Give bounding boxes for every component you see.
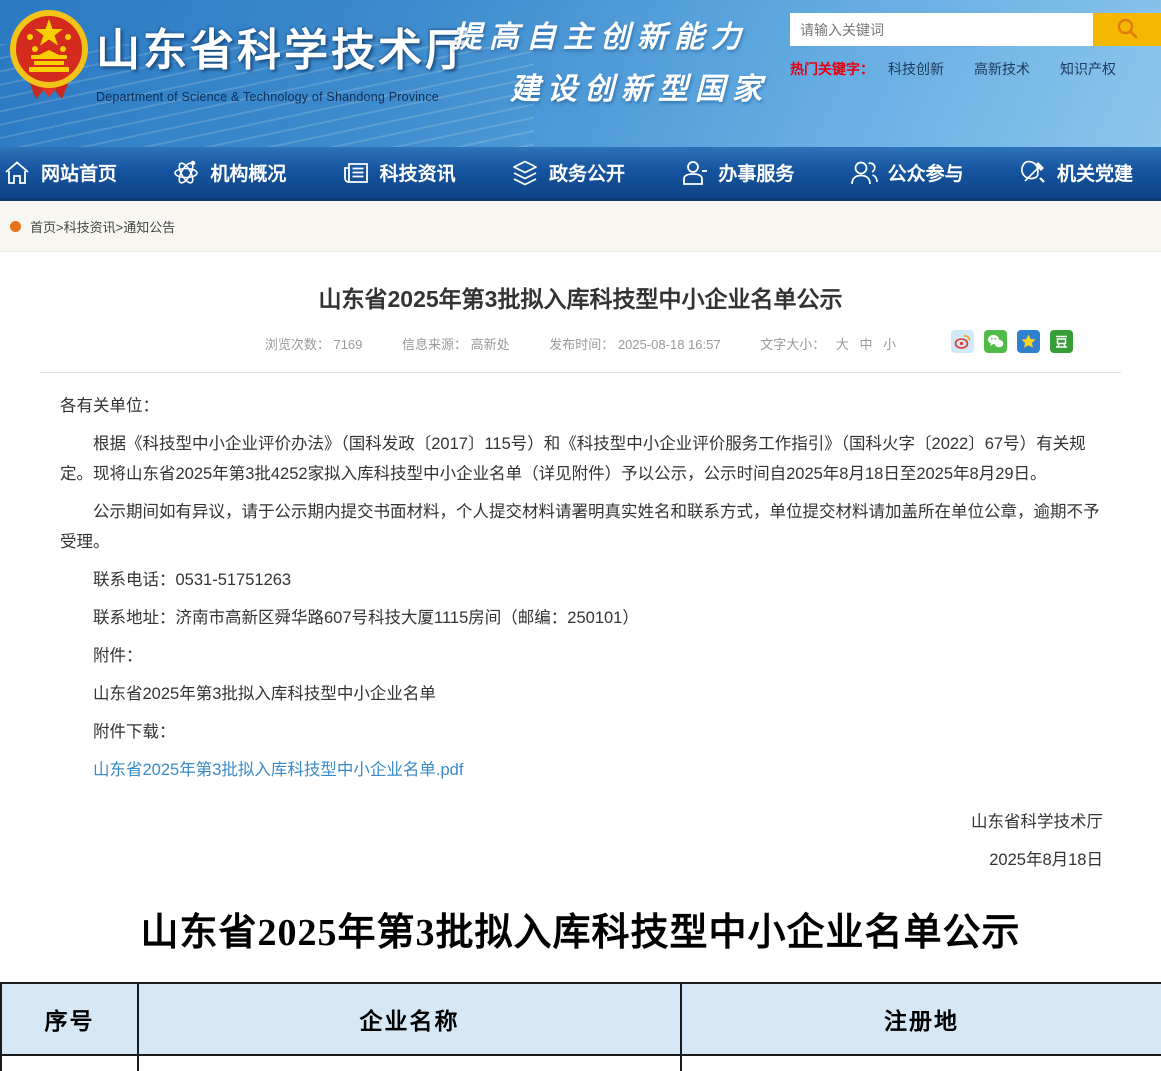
search-button[interactable] <box>1093 13 1161 46</box>
source-label: 信息来源： <box>402 337 467 352</box>
download-label: 附件下载： <box>60 717 1101 747</box>
paragraph-2: 公示期间如有异议，请于公示期内提交书面材料，个人提交材料请署明真实姓名和联系方式… <box>60 497 1101 557</box>
nav-item-label: 机构概况 <box>210 159 286 186</box>
paragraph-1: 根据《科技型中小企业评价办法》（国科发政〔2017〕115号）和《科技型中小企业… <box>60 429 1101 489</box>
breadcrumb: 首页>科技资讯>通知公告 <box>30 217 175 236</box>
home-icon <box>2 158 32 188</box>
people-icon <box>849 158 879 188</box>
hot-keyword-link[interactable]: 高新技术 <box>974 59 1030 79</box>
column-header-no: 序号 <box>1 983 138 1055</box>
breadcrumb-separator: > <box>56 220 64 235</box>
main-nav: 网站首页 机构概况 <box>0 147 1161 201</box>
views-value: 7169 <box>333 337 362 352</box>
source-value: 高新处 <box>471 337 510 352</box>
contact-address: 联系地址：济南市高新区舜华路607号科技大厦1115房间（邮编：250101） <box>60 603 1101 633</box>
search-box <box>790 13 1161 46</box>
nav-item-label: 机关党建 <box>1057 159 1133 186</box>
share-icons <box>951 330 1073 353</box>
nav-item-public[interactable]: 公众参与 <box>849 158 964 188</box>
signature-date: 2025年8月18日 <box>0 845 1103 875</box>
hot-keyword-link[interactable]: 科技创新 <box>888 59 944 79</box>
nav-item-news[interactable]: 科技资讯 <box>341 158 456 188</box>
site-header: 山东省科学技术厅 Department of Science & Technol… <box>0 0 1161 147</box>
company-table: 序号 企业名称 注册地 1489 临朐祥泰光伏发电有限公司 山东省/潍坊市/临朐… <box>0 982 1161 1071</box>
views-meta: 浏览次数： 7169 <box>265 337 366 352</box>
fontsize-small-button[interactable]: 小 <box>883 337 896 352</box>
site-identity: 山东省科学技术厅 Department of Science & Technol… <box>96 14 472 104</box>
site-subtitle: Department of Science & Technology of Sh… <box>96 90 472 104</box>
person-badge-icon <box>679 158 709 188</box>
publish-time-meta: 发布时间： 2025-08-18 16:57 <box>549 337 724 352</box>
news-icon <box>341 158 371 188</box>
nav-item-services[interactable]: 办事服务 <box>679 158 794 188</box>
article-body: 各有关单位： 根据《科技型中小企业评价办法》（国科发政〔2017〕115号）和《… <box>0 373 1161 785</box>
nav-item-party[interactable]: 机关党建 <box>1018 158 1133 188</box>
breadcrumb-bar: 首页>科技资讯>通知公告 <box>0 201 1161 252</box>
nav-item-label: 公众参与 <box>888 159 964 186</box>
attachment-download-link[interactable]: 山东省2025年第3批拟入库科技型中小企业名单.pdf <box>93 761 463 779</box>
breadcrumb-dot-icon <box>10 221 21 232</box>
salutation: 各有关单位： <box>60 391 1101 421</box>
douban-share-icon[interactable] <box>1050 330 1073 353</box>
signature-block: 山东省科学技术厅 2025年8月18日 <box>0 793 1161 875</box>
attachment-name: 山东省2025年第3批拟入库科技型中小企业名单 <box>60 679 1101 709</box>
fontsize-medium-button[interactable]: 中 <box>860 337 873 352</box>
signature-org: 山东省科学技术厅 <box>0 807 1103 837</box>
fontsize-large-button[interactable]: 大 <box>836 337 849 352</box>
attachment-label: 附件： <box>60 641 1101 671</box>
hot-keywords-label: 热门关键字： <box>790 59 874 79</box>
qzone-share-icon[interactable] <box>1017 330 1040 353</box>
source-meta: 信息来源： 高新处 <box>402 337 513 352</box>
cell-company: 临朐祥泰光伏发电有限公司 <box>138 1055 681 1071</box>
hot-keywords: 热门关键字： 科技创新 高新技术 知识产权 <box>790 59 1146 79</box>
party-emblem-icon <box>1018 158 1048 188</box>
views-label: 浏览次数： <box>265 337 330 352</box>
fontsize-meta: 文字大小： 大 中 小 <box>760 337 896 352</box>
nav-item-label: 政务公开 <box>549 159 625 186</box>
search-icon <box>1115 16 1139 43</box>
breadcrumb-item-home[interactable]: 首页 <box>30 220 56 235</box>
hot-keyword-link[interactable]: 知识产权 <box>1060 59 1116 79</box>
atom-icon <box>171 158 201 188</box>
page: 山东省科学技术厅 Department of Science & Technol… <box>0 0 1161 1071</box>
weibo-share-icon[interactable] <box>951 330 974 353</box>
time-value: 2025-08-18 16:57 <box>618 337 721 352</box>
nav-item-home[interactable]: 网站首页 <box>2 158 117 188</box>
cell-location: 山东省/潍坊市/临朐县 <box>681 1055 1161 1071</box>
breadcrumb-item-news[interactable]: 科技资讯 <box>64 220 116 235</box>
search-input[interactable] <box>790 13 1093 46</box>
site-title: 山东省科学技术厅 <box>96 14 472 78</box>
time-label: 发布时间： <box>549 337 614 352</box>
fontsize-label: 文字大小： <box>760 337 825 352</box>
nav-item-label: 科技资讯 <box>380 159 456 186</box>
breadcrumb-item-notices[interactable]: 通知公告 <box>123 220 175 235</box>
slogan-line-2: 建设创新型国家 <box>510 64 769 108</box>
slogan-line-1: 提高自主创新能力 <box>452 12 769 56</box>
table-header-row: 序号 企业名称 注册地 <box>1 983 1161 1055</box>
article: 山东省2025年第3批拟入库科技型中小企业名单公示 浏览次数： 7169 信息来… <box>0 252 1161 875</box>
nav-item-about[interactable]: 机构概况 <box>171 158 286 188</box>
column-header-company: 企业名称 <box>138 983 681 1055</box>
article-meta: 浏览次数： 7169 信息来源： 高新处 发布时间： 2025-08-18 16… <box>0 334 1161 358</box>
column-header-location: 注册地 <box>681 983 1161 1055</box>
article-title: 山东省2025年第3批拟入库科技型中小企业名单公示 <box>0 252 1161 314</box>
national-emblem-icon <box>8 7 90 110</box>
list-heading: 山东省2025年第3批拟入库科技型中小企业名单公示 <box>0 901 1161 956</box>
nav-item-label: 网站首页 <box>41 159 117 186</box>
cell-no: 1489 <box>1 1055 138 1071</box>
nav-item-label: 办事服务 <box>718 159 794 186</box>
contact-phone: 联系电话：0531-51751263 <box>60 565 1101 595</box>
site-slogan: 提高自主创新能力 建设创新型国家 <box>452 12 769 108</box>
nav-item-gov-info[interactable]: 政务公开 <box>510 158 625 188</box>
table-row: 1489 临朐祥泰光伏发电有限公司 山东省/潍坊市/临朐县 <box>1 1055 1161 1071</box>
layers-icon <box>510 158 540 188</box>
wechat-share-icon[interactable] <box>984 330 1007 353</box>
